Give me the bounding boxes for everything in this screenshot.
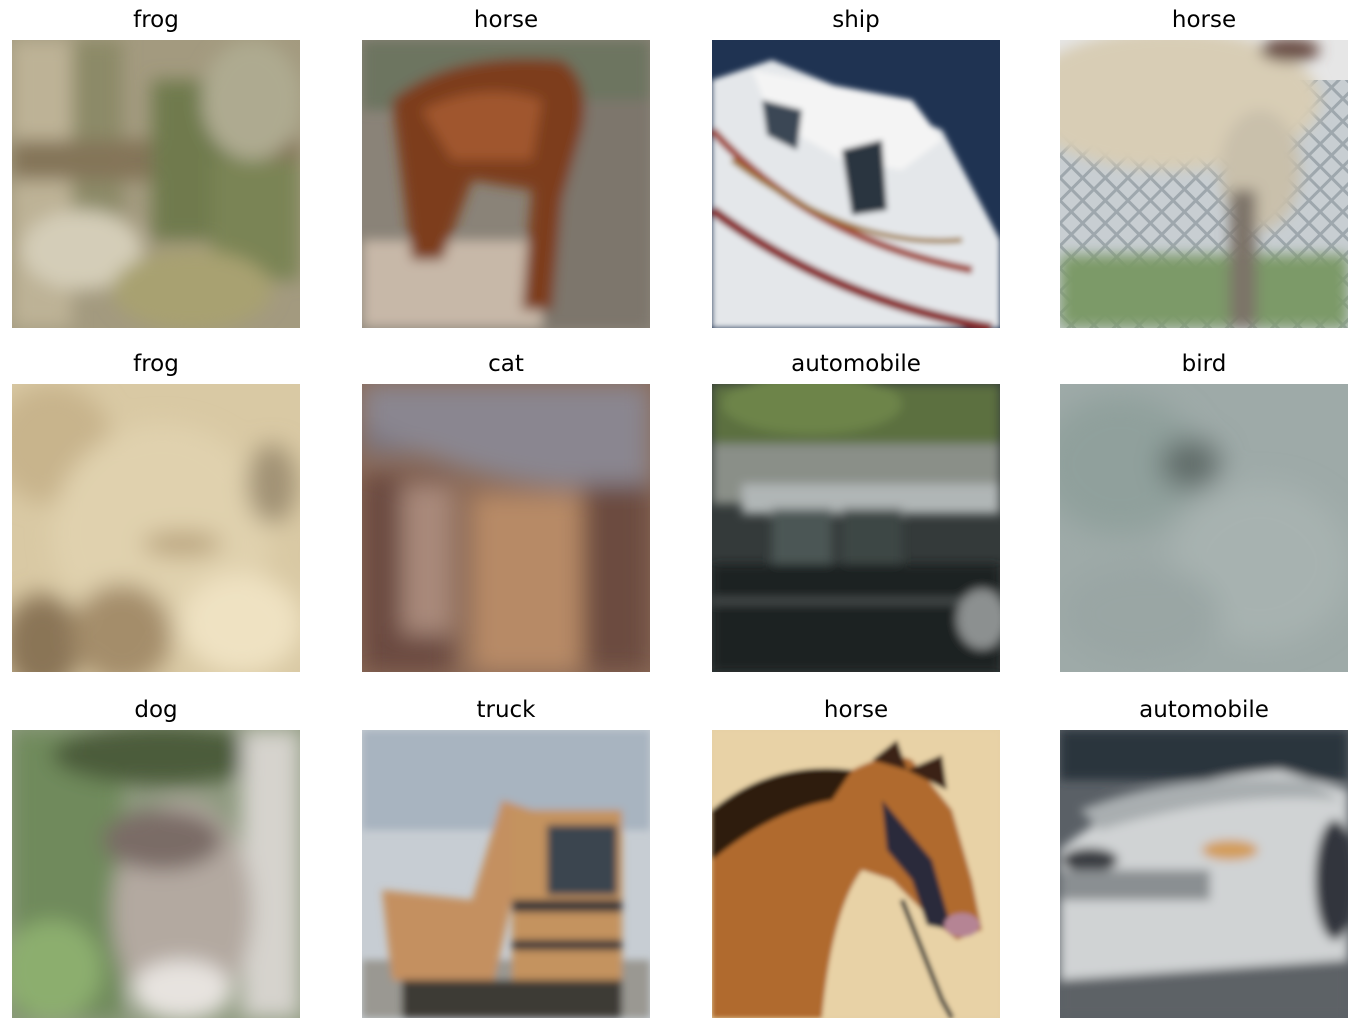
image-automobile-1 (712, 384, 1000, 672)
image-label: ship (832, 7, 880, 33)
image-automobile-2 (1060, 730, 1348, 1018)
image-frog-2 (12, 384, 300, 672)
image-tile: frog (12, 346, 300, 672)
image-ship (712, 40, 1000, 328)
image-label: truck (476, 697, 536, 723)
image-label: dog (134, 697, 178, 723)
image-dog (12, 730, 300, 1018)
image-tile: horse (1060, 2, 1348, 328)
image-label: horse (473, 7, 539, 33)
image-label: horse (823, 697, 889, 723)
image-horse-1 (362, 40, 650, 328)
image-frog-1 (12, 40, 300, 328)
image-label: frog (133, 351, 179, 377)
image-tile: ship (712, 2, 1000, 328)
image-truck (362, 730, 650, 1018)
image-tile: bird (1060, 346, 1348, 672)
image-label: automobile (791, 351, 921, 377)
image-label: frog (133, 7, 179, 33)
image-tile: truck (362, 692, 650, 1018)
image-tile: frog (12, 2, 300, 328)
image-bird (1060, 384, 1348, 672)
image-tile: automobile (712, 346, 1000, 672)
image-tile: automobile (1060, 692, 1348, 1018)
image-horse-2 (1060, 40, 1348, 328)
image-horse-3 (712, 730, 1000, 1018)
image-label: horse (1171, 7, 1237, 33)
image-tile: cat (362, 346, 650, 672)
image-label: bird (1181, 351, 1227, 377)
image-label: cat (488, 351, 524, 377)
image-label: automobile (1139, 697, 1269, 723)
image-cat (362, 384, 650, 672)
image-tile: horse (362, 2, 650, 328)
image-tile: dog (12, 692, 300, 1018)
image-tile: horse (712, 692, 1000, 1018)
